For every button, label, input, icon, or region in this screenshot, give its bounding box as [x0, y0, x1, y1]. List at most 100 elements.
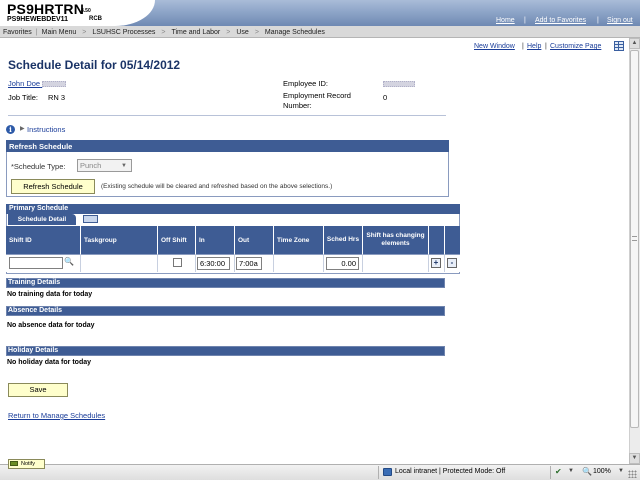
browser-status-bar — [0, 464, 640, 480]
chevron-down-icon[interactable]: ▼ — [618, 468, 624, 474]
off-shift-checkbox[interactable] — [173, 258, 182, 267]
holiday-details-header — [6, 346, 445, 356]
page-title: Schedule Detail for 05/14/2012 — [8, 58, 181, 72]
training-details-message: No training data for today — [7, 291, 93, 298]
zoom-icon[interactable]: 🔍 — [582, 467, 592, 476]
absence-details-header — [6, 306, 445, 316]
link-separator: | — [545, 43, 547, 50]
breadcrumb-main-menu[interactable]: Main Menu — [42, 29, 77, 36]
chevron-right-icon: > — [82, 28, 87, 36]
new-window-link[interactable]: New Window — [474, 43, 515, 50]
absence-details-message: No absence data for today — [7, 322, 95, 329]
cell-divider — [195, 254, 196, 272]
scroll-up-arrow-icon[interactable]: ▲ — [629, 38, 640, 49]
chevron-down-icon: ▼ — [121, 163, 127, 169]
cell-divider — [428, 254, 429, 272]
column-add — [428, 226, 444, 254]
cell-divider — [444, 254, 445, 272]
link-separator: | — [522, 43, 524, 50]
notify-icon — [10, 461, 18, 466]
status-divider — [550, 466, 551, 479]
link-separator: | — [597, 17, 599, 24]
cell-divider — [157, 254, 158, 272]
refresh-schedule-title: Refresh Schedule — [9, 142, 73, 151]
refresh-note: (Existing schedule will be cleared and r… — [101, 183, 333, 190]
holiday-details-message: No holiday data for today — [7, 359, 92, 366]
scrollbar-grip — [632, 236, 637, 241]
redacted-name — [42, 81, 67, 88]
scroll-down-arrow-icon[interactable]: ▼ — [629, 453, 640, 464]
help-link[interactable]: Help — [527, 43, 541, 50]
cell-divider — [234, 254, 235, 272]
primary-schedule-title: Primary Schedule — [9, 205, 69, 212]
sign-out-link[interactable]: Sign out — [607, 17, 633, 24]
job-title-label: Job Title: — [8, 93, 39, 102]
shift-id-input[interactable] — [9, 257, 63, 269]
column-shift-id: Shift ID — [9, 236, 32, 244]
column-time-zone: Time Zone — [273, 226, 323, 254]
training-details-header — [6, 278, 445, 288]
divider — [8, 115, 446, 116]
column-off-shift: Off Shift — [157, 226, 195, 254]
employment-record-label: Employment Record Number: — [283, 91, 351, 110]
breadcrumb-manage-schedules[interactable]: Manage Schedules — [265, 29, 325, 36]
personalize-grid-icon[interactable] — [614, 41, 624, 51]
add-to-favorites-link[interactable]: Add to Favorites — [535, 17, 586, 24]
chevron-right-icon: > — [161, 28, 166, 36]
show-all-columns-icon[interactable] — [83, 215, 98, 223]
redacted-employee-id — [383, 81, 415, 87]
column-out: Out — [234, 226, 273, 254]
column-delete — [444, 226, 460, 254]
user-code: RCB — [89, 16, 102, 22]
out-time-input[interactable]: 7:00a — [236, 257, 262, 270]
resize-grip-icon[interactable] — [628, 470, 637, 478]
system-name: PS9HRTRN — [7, 1, 85, 17]
job-title-value: RN 3 — [48, 93, 66, 102]
employment-record-value: 0 — [383, 93, 388, 102]
holiday-details-title: Holiday Details — [8, 347, 59, 354]
home-link[interactable]: Home — [496, 17, 515, 24]
column-taskgroup: Taskgroup — [80, 226, 157, 254]
employee-id-label: Employee ID: — [283, 79, 329, 88]
refresh-schedule-header — [6, 140, 449, 152]
intranet-zone-icon — [383, 468, 392, 476]
breadcrumb: Favorites | Main Menu > LSUHSC Processes… — [3, 27, 325, 37]
breadcrumb-favorites[interactable]: Favorites — [3, 29, 32, 36]
security-zone-text: Local intranet | Protected Mode: Off — [395, 468, 506, 475]
return-to-manage-schedules-link[interactable]: Return to Manage Schedules — [8, 411, 105, 420]
chevron-right-icon: > — [254, 28, 259, 36]
sched-hrs-input[interactable]: 0.00 — [326, 257, 359, 270]
delete-row-button[interactable]: - — [447, 258, 457, 268]
protected-mode-icon[interactable]: ✔ — [555, 467, 562, 476]
database-name: PS9HEWEBDEV11 — [7, 16, 69, 23]
schedule-type-label: *Schedule Type: — [11, 162, 66, 171]
customize-page-link[interactable]: Customize Page — [550, 43, 601, 50]
tab-schedule-detail[interactable]: Schedule Detail — [8, 214, 76, 225]
system-version: 8.50 — [81, 8, 91, 14]
table-row — [6, 254, 460, 272]
in-time-input[interactable]: 6:30:00 — [197, 257, 230, 270]
chevron-down-icon[interactable]: ▼ — [568, 468, 574, 474]
save-button[interactable]: Save — [8, 383, 68, 397]
column-sched-hrs: Sched Hrs — [323, 226, 362, 254]
add-row-button[interactable]: + — [431, 258, 441, 268]
cell-divider — [323, 254, 324, 272]
breadcrumb-use[interactable]: Use — [236, 29, 248, 36]
expand-arrow-icon[interactable]: ▶ — [20, 125, 25, 132]
employee-name-link[interactable]: John Doe — [8, 79, 67, 88]
breadcrumb-time-and-labor[interactable]: Time and Labor — [171, 29, 220, 36]
breadcrumb-lsuhsc-processes[interactable]: LSUHSC Processes — [92, 29, 155, 36]
instructions-link[interactable]: Instructions — [27, 125, 65, 134]
primary-schedule-header — [6, 204, 460, 214]
cell-divider — [80, 254, 81, 272]
absence-details-title: Absence Details — [8, 307, 63, 314]
status-divider — [378, 466, 379, 479]
breadcrumb-separator: | — [35, 28, 38, 36]
cell-divider — [273, 254, 274, 272]
lookup-icon[interactable]: 🔍 — [64, 257, 74, 266]
cell-divider — [362, 254, 363, 272]
refresh-schedule-button[interactable]: Refresh Schedule — [11, 179, 95, 194]
zoom-level[interactable]: 100% — [593, 468, 611, 475]
column-in: In — [195, 226, 234, 254]
employee-name: John Doe — [8, 79, 41, 88]
